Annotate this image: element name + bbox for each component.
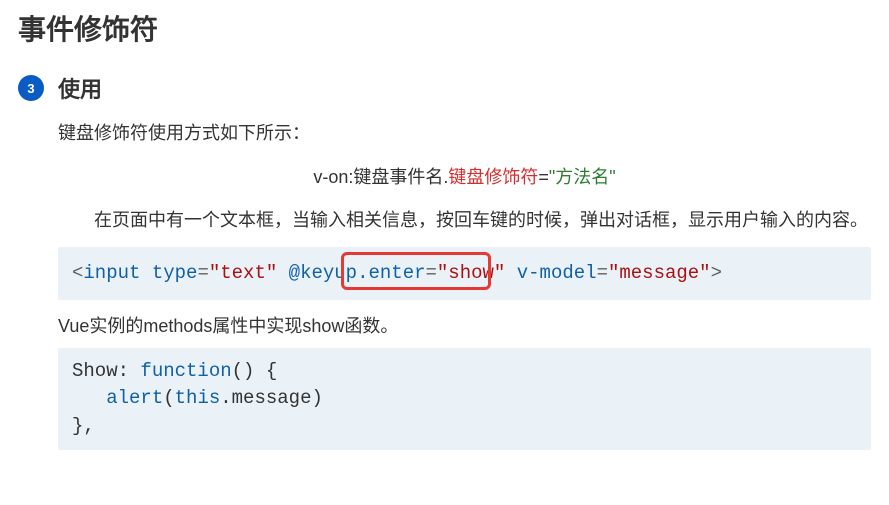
followup-paragraph: Vue实例的methods属性中实现show函数。 (58, 312, 871, 338)
code-indent (72, 387, 106, 409)
section-content: 键盘修饰符使用方式如下所示： v-on:键盘事件名.键盘修饰符="方法名" 在页… (18, 118, 871, 450)
syntax-modifier: 键盘修饰符 (448, 167, 538, 187)
code-function: function (140, 360, 231, 382)
code-colon: : (118, 360, 141, 382)
code-val-message: "message" (608, 262, 711, 284)
code-attr-vmodel: v-model (517, 262, 597, 284)
document-container: 事件修饰符 3 使用 键盘修饰符使用方式如下所示： v-on:键盘事件名.键盘修… (0, 0, 889, 450)
code-close: }, (72, 415, 95, 437)
code-block-input: <input type="text" @keyup.enter="show" v… (58, 247, 871, 300)
code-paren-alert: ( (163, 387, 174, 409)
code-alert: alert (106, 387, 163, 409)
syntax-method: "方法名" (549, 167, 616, 187)
code-tag-input: input (83, 262, 140, 284)
code-attr-keyup: @keyup.enter (289, 262, 426, 284)
code-lt: < (72, 262, 83, 284)
description-paragraph: 在页面中有一个文本框，当输入相关信息，按回车键的时候，弹出对话框，显示用户输入的… (58, 205, 871, 236)
section-number-badge: 3 (18, 75, 44, 101)
syntax-part1: v-on:键盘事件名. (313, 167, 448, 187)
code-this: this (175, 387, 221, 409)
code-block-show: Show: function() { alert(this.message) }… (58, 348, 871, 451)
syntax-eq: = (538, 167, 549, 187)
code-eq2: = (426, 262, 437, 284)
section-header: 3 使用 (18, 72, 871, 104)
syntax-line: v-on:键盘事件名.键盘修饰符="方法名" (58, 163, 871, 189)
code-paren-open: () { (232, 360, 278, 382)
main-title: 事件修饰符 (18, 8, 871, 48)
code-message: .message) (220, 387, 323, 409)
code-eq1: = (197, 262, 208, 284)
intro-paragraph: 键盘修饰符使用方式如下所示： (58, 118, 871, 149)
code-eq3: = (597, 262, 608, 284)
code-val-text: "text" (209, 262, 277, 284)
code-attr-type: type (152, 262, 198, 284)
code-show-key: Show (72, 360, 118, 382)
section-title: 使用 (58, 72, 102, 104)
code-gt: > (711, 262, 722, 284)
code-val-show: "show" (437, 262, 505, 284)
